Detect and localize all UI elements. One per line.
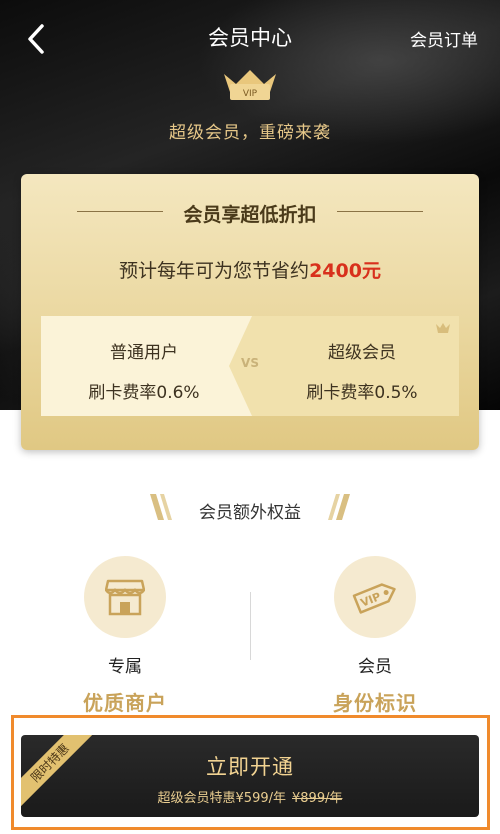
benefit-main-label: 身份标识: [333, 691, 417, 715]
super-member-rate: 刷卡费率0.5%: [306, 383, 418, 403]
discount-card: 会员享超低折扣 预计每年可为您节省约2400元 普通用户 刷卡费率0.6% 超级…: [21, 174, 479, 450]
benefit-icon-bg: [84, 556, 166, 638]
crown-badge-text: VIP: [243, 89, 258, 99]
saving-text: 预计每年可为您节省约2400元: [21, 256, 479, 283]
normal-user-rate: 刷卡费率0.6%: [88, 383, 200, 403]
store-icon: [105, 579, 145, 616]
decorative-slash-right-icon: [328, 494, 350, 520]
benefit-sub-label: 专属: [108, 657, 142, 677]
benefits-title: 会员额外权益: [199, 503, 301, 523]
benefit-item-merchant: 专属 优质商户: [15, 556, 235, 716]
member-orders-link[interactable]: 会员订单: [410, 26, 478, 51]
discount-heading: 会员享超低折扣: [183, 204, 317, 226]
benefit-item-identity: VIP 会员 身份标识: [265, 556, 485, 716]
normal-user-label: 普通用户: [110, 343, 178, 363]
super-member-label: 超级会员: [328, 343, 396, 363]
small-crown-icon: [436, 323, 450, 333]
rate-comparison: 普通用户 刷卡费率0.6% 超级会员 刷卡费率0.5% VS: [41, 316, 459, 416]
vip-tag-icon: VIP: [352, 583, 396, 614]
vs-label: VS: [241, 356, 259, 370]
special-price: 超级会员特惠¥599/年: [157, 791, 286, 806]
price-line: 超级会员特惠¥599/年 ¥899/年: [21, 787, 479, 806]
hero-tagline: 超级会员，重磅来袭: [169, 123, 331, 143]
original-price: ¥899/年: [292, 791, 343, 806]
benefits-divider: [250, 592, 251, 660]
activate-now-button[interactable]: 限时特惠 立即开通 超级会员特惠¥599/年 ¥899/年: [21, 735, 479, 817]
saving-prefix: 预计每年可为您节省约: [119, 260, 310, 282]
vip-crown-icon: VIP: [224, 70, 276, 100]
benefit-main-label: 优质商户: [83, 691, 167, 715]
benefit-icon-bg: VIP: [334, 556, 416, 638]
activate-label: 立即开通: [206, 755, 294, 779]
benefit-sub-label: 会员: [358, 657, 392, 677]
saving-amount: 2400元: [309, 260, 381, 282]
